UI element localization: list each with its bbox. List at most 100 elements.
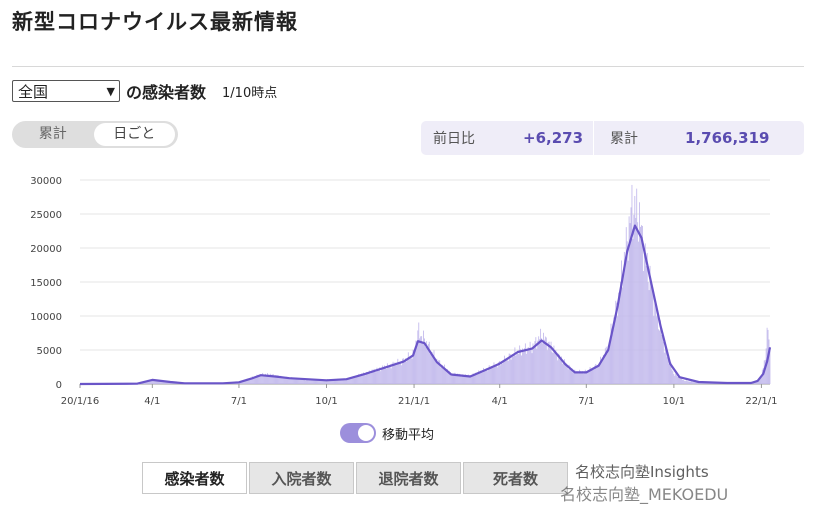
daily-bar — [354, 377, 356, 384]
daily-bar — [536, 348, 538, 384]
daily-bar — [543, 339, 545, 384]
x-tick-label: 10/1 — [315, 396, 337, 407]
daily-bar — [597, 365, 599, 384]
daily-bar — [671, 369, 673, 384]
daily-bar — [663, 352, 665, 384]
daily-bar — [502, 363, 503, 384]
daily-bar — [258, 376, 260, 384]
daily-bar — [647, 282, 649, 384]
tab-hospitalized[interactable]: 入院者数 — [249, 462, 354, 494]
daily-bar — [567, 369, 569, 384]
daily-bar — [637, 222, 639, 384]
daily-bar — [612, 329, 614, 384]
y-tick-label: 10000 — [30, 312, 62, 323]
moving-average-switch[interactable] — [340, 423, 376, 443]
daily-bar — [641, 225, 643, 384]
daily-bar — [365, 375, 366, 384]
daily-bar — [533, 346, 535, 384]
daily-bar — [562, 363, 563, 384]
daily-bar — [521, 355, 522, 384]
daily-bar — [655, 301, 657, 384]
daily-bar — [677, 376, 679, 384]
daily-bar — [300, 379, 302, 384]
daily-bar — [682, 379, 684, 384]
watermark-line2: 名校志向塾_MEKOEDU — [560, 485, 729, 504]
daily-bar — [666, 357, 668, 384]
daily-bar — [515, 355, 517, 384]
daily-bar — [585, 372, 587, 384]
daily-bar — [400, 361, 402, 384]
daily-bar — [539, 339, 541, 384]
daily-bar — [372, 371, 374, 384]
daily-bar — [680, 377, 681, 384]
daily-bar — [419, 338, 421, 384]
daily-bar — [629, 223, 631, 384]
daily-bar — [422, 341, 424, 384]
daily-bar — [511, 354, 513, 384]
daily-bar — [632, 238, 634, 384]
daily-bar — [635, 217, 637, 384]
daily-bar — [646, 252, 648, 384]
daily-bar — [665, 349, 667, 384]
daily-bar — [611, 334, 613, 384]
daily-bar — [414, 351, 416, 384]
daily-bar — [362, 374, 364, 384]
daily-bar — [552, 353, 554, 384]
daily-bar — [284, 378, 286, 384]
y-tick-label: 20000 — [30, 244, 62, 255]
daily-bar — [279, 377, 281, 384]
daily-bar — [683, 380, 685, 384]
daily-bar — [294, 379, 296, 384]
daily-bar — [523, 351, 524, 384]
daily-bar — [549, 346, 551, 384]
daily-bar — [450, 375, 452, 384]
daily-bar — [578, 373, 580, 384]
metric-tabs: 感染者数 入院者数 退院者数 死者数 — [142, 462, 570, 494]
daily-bar — [506, 358, 508, 384]
daily-bar — [388, 365, 390, 384]
daily-bar — [409, 356, 411, 384]
daily-bar — [289, 378, 291, 384]
daily-bar — [395, 365, 397, 384]
daily-bar — [555, 350, 557, 384]
daily-bar — [405, 358, 406, 384]
daily-bar — [273, 376, 275, 384]
daily-bar — [504, 360, 506, 384]
daily-bar — [399, 362, 401, 384]
daily-bar — [497, 367, 499, 384]
daily-bar — [455, 375, 457, 384]
daily-bar — [546, 350, 548, 384]
daily-bar — [305, 380, 306, 384]
daily-bar — [481, 371, 483, 384]
daily-bar — [582, 373, 584, 384]
daily-bar — [389, 364, 391, 384]
daily-bar — [426, 347, 428, 384]
tab-discharged[interactable]: 退院者数 — [356, 462, 461, 494]
daily-bar — [686, 380, 688, 384]
daily-bar — [656, 316, 658, 384]
daily-bar — [528, 350, 530, 384]
daily-bar — [482, 372, 483, 384]
daily-bar — [503, 362, 504, 384]
daily-bar — [643, 248, 645, 384]
daily-bar — [673, 374, 675, 384]
daily-bar — [581, 372, 582, 384]
daily-bar — [540, 328, 542, 384]
daily-bar — [691, 381, 693, 384]
tab-deaths[interactable]: 死者数 — [463, 462, 568, 494]
tab-cases[interactable]: 感染者数 — [142, 462, 247, 494]
daily-bar — [492, 367, 494, 384]
daily-bar — [664, 346, 666, 384]
daily-bar — [410, 355, 412, 384]
daily-bar — [542, 343, 543, 384]
daily-bar — [501, 361, 502, 384]
daily-bar — [513, 354, 515, 384]
daily-bar — [593, 369, 595, 384]
daily-bar — [432, 355, 434, 384]
daily-bar — [634, 196, 636, 384]
daily-bar — [435, 362, 437, 384]
daily-bar — [661, 336, 663, 384]
daily-bar — [685, 380, 687, 384]
daily-bar — [268, 376, 270, 384]
daily-bar — [645, 266, 647, 384]
